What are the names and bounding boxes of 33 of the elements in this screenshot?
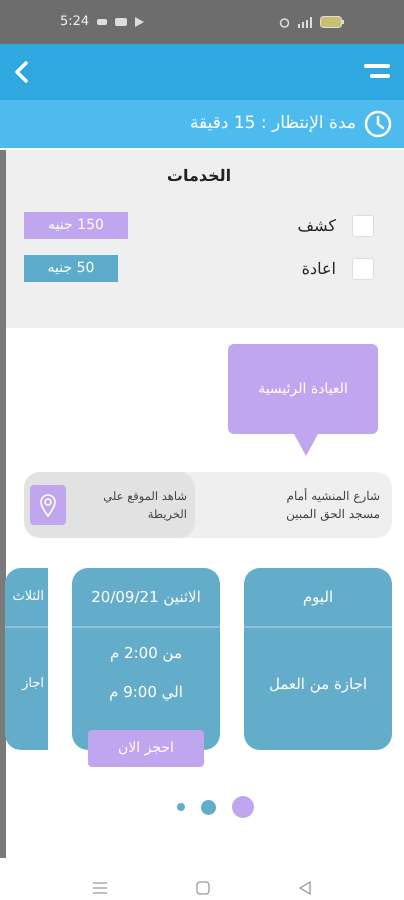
address-text: شارع المنشيه أمام مسجد الحق المبين — [285, 487, 381, 523]
clinic-bubble: العيادة الرئيسية — [228, 344, 378, 434]
page-dot[interactable] — [200, 800, 216, 814]
price-tag: 50 جنيه — [24, 255, 118, 282]
time-from: من 2:00 م — [110, 643, 182, 664]
clock-time: 5:24 — [60, 13, 90, 32]
service-label: اعادة — [302, 258, 336, 280]
map-link[interactable]: شاهد الموقع علي الخريطة — [24, 472, 195, 538]
play-icon — [135, 17, 144, 27]
recents-nav-icon[interactable] — [92, 881, 108, 895]
day-note: اجاز — [22, 675, 44, 694]
checkbox[interactable] — [352, 214, 374, 236]
menu-icon[interactable] — [362, 64, 390, 80]
section-title: الخدمات — [166, 166, 232, 185]
day-label: اليوم — [302, 586, 334, 608]
signal-icon — [298, 16, 312, 28]
time-to: الي 9:00 م — [109, 682, 183, 703]
service-label: كشف — [298, 214, 336, 236]
home-nav-icon[interactable] — [196, 881, 210, 895]
page-dot[interactable] — [176, 803, 184, 811]
clock-icon — [364, 110, 392, 138]
waiting-time: مدة الإنتظار : 15 دقيقة — [190, 112, 356, 136]
day-label: الثلاث — [12, 588, 44, 606]
page-dot[interactable] — [232, 796, 254, 818]
battery-icon — [320, 16, 344, 28]
checkbox[interactable] — [352, 258, 374, 280]
bubble-pointer — [294, 434, 318, 456]
day-note: اجازة من العمل — [268, 674, 368, 695]
location-pin-icon — [39, 493, 57, 517]
back-icon[interactable] — [14, 61, 28, 83]
price-tag: 150 جنيه — [24, 212, 128, 239]
back-nav-icon[interactable] — [298, 881, 312, 895]
day-label: الاثنين 20/09/21 — [91, 586, 201, 608]
